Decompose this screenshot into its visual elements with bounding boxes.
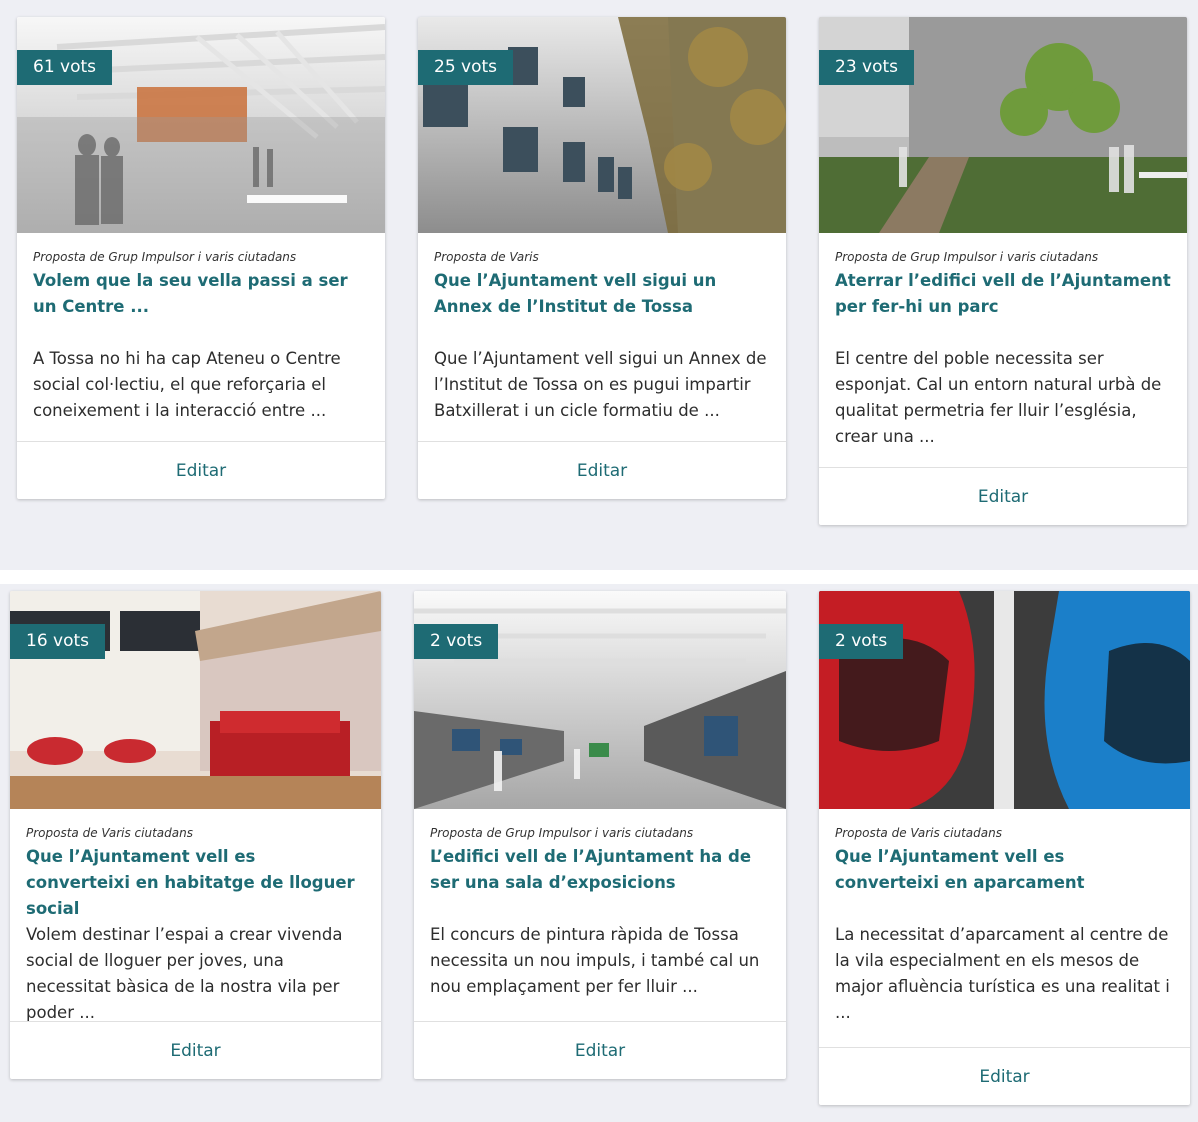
proposal-image[interactable]: 2 vots xyxy=(819,591,1190,809)
proposal-card[interactable]: 2 vots Proposta de Grup Impulsor i varis… xyxy=(414,591,786,1079)
votes-badge: 2 vots xyxy=(414,624,499,659)
proposal-image[interactable]: 2 vots xyxy=(414,591,786,809)
proposal-author: Proposta de Varis ciutadans xyxy=(26,826,193,840)
edit-button[interactable]: Editar xyxy=(414,1021,786,1079)
proposal-image[interactable]: 25 vots xyxy=(418,17,786,233)
edit-button[interactable]: Editar xyxy=(819,1047,1190,1105)
votes-badge: 16 vots xyxy=(10,624,106,659)
votes-badge: 2 vots xyxy=(819,624,904,659)
proposal-title[interactable]: Que l’Ajuntament vell es converteixi en … xyxy=(26,844,365,918)
votes-badge: 25 vots xyxy=(418,50,514,85)
proposal-card[interactable]: 61 vots Proposta de Grup Impulsor i vari… xyxy=(17,17,385,499)
proposal-title[interactable]: Volem que la seu vella passi a ser un Ce… xyxy=(33,268,369,320)
votes-badge: 23 vots xyxy=(819,50,915,85)
proposal-description: La necessitat d’aparcament al centre de … xyxy=(835,925,1170,1022)
proposal-title[interactable]: Que l’Ajuntament vell sigui un Annex de … xyxy=(434,268,770,320)
proposal-title[interactable]: L’edifici vell de l’Ajuntament ha de ser… xyxy=(430,844,770,896)
proposal-author: Proposta de Varis ciutadans xyxy=(835,826,1002,840)
proposal-description: A Tossa no hi ha cap Ateneu o Centre soc… xyxy=(33,349,341,420)
proposal-author: Proposta de Grup Impulsor i varis ciutad… xyxy=(835,250,1099,264)
proposal-image[interactable]: 23 vots xyxy=(819,17,1187,233)
proposal-title[interactable]: Que l’Ajuntament vell es converteixi en … xyxy=(835,844,1174,896)
proposal-description: El centre del poble necessita ser esponj… xyxy=(835,349,1162,446)
proposal-card[interactable]: 23 vots Proposta de Grup Impulsor i vari… xyxy=(819,17,1187,525)
edit-button[interactable]: Editar xyxy=(418,441,786,499)
proposal-description: El concurs de pintura ràpida de Tossa ne… xyxy=(430,925,760,996)
votes-badge: 61 vots xyxy=(17,50,113,85)
proposal-title[interactable]: Aterrar l’edifici vell de l’Ajuntament p… xyxy=(835,268,1171,320)
proposal-image[interactable]: 61 vots xyxy=(17,17,385,233)
proposal-card[interactable]: 25 vots Proposta de Varis Que l’Ajuntame… xyxy=(418,17,786,499)
proposal-author: Proposta de Grup Impulsor i varis ciutad… xyxy=(33,250,297,264)
proposal-card[interactable]: 2 vots Proposta de Varis ciutadans Que l… xyxy=(819,591,1190,1105)
edit-button[interactable]: Editar xyxy=(17,441,385,499)
proposal-author: Proposta de Grup Impulsor i varis ciutad… xyxy=(430,826,694,840)
edit-button[interactable]: Editar xyxy=(10,1021,381,1079)
proposal-author: Proposta de Varis xyxy=(434,250,539,264)
proposal-card[interactable]: 16 vots Proposta de Varis ciutadans Que … xyxy=(10,591,381,1079)
proposal-image[interactable]: 16 vots xyxy=(10,591,381,809)
edit-button[interactable]: Editar xyxy=(819,467,1187,525)
proposal-description: Que l’Ajuntament vell sigui un Annex de … xyxy=(434,349,767,420)
